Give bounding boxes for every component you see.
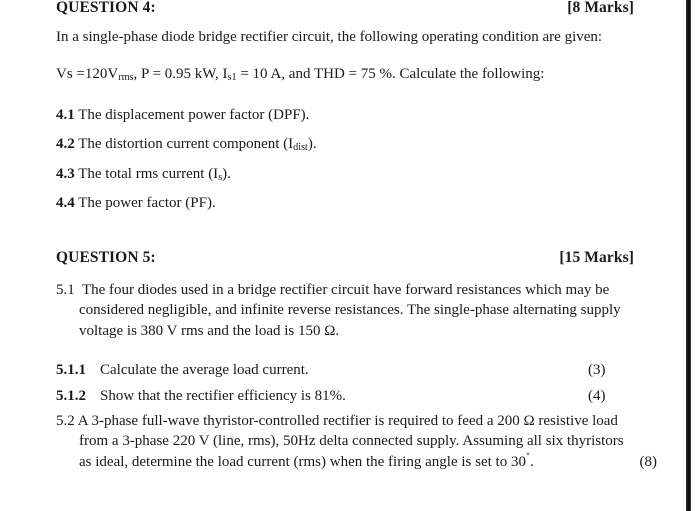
- question-item-5-1-1: 5.1.1 Calculate the average load current…: [56, 360, 634, 380]
- document-page: QUESTION 4: [8 Marks] In a single-phase …: [0, 0, 684, 511]
- question-item-4-2: 4.2 The distortion current component (Id…: [56, 134, 634, 154]
- question-4-title: QUESTION 4:: [56, 0, 156, 16]
- question-item-5-1-line-3: voltage is 380 V rms and the load is 150…: [79, 322, 340, 339]
- question-item-4-2-text-after: ).: [307, 136, 317, 153]
- question-item-5-1-1-number: 5.1.1: [56, 362, 86, 378]
- question-5-marks: [15 Marks]: [559, 249, 634, 266]
- question-item-4-2-number: 4.2: [56, 136, 75, 153]
- question-item-5-1-2: 5.1.2 Show that the rectifier efficiency…: [56, 386, 634, 406]
- question-item-5-2-line-1: 5.2 A 3-phase full-wave thyristor-contro…: [56, 411, 657, 431]
- question-4-marks: [8 Marks]: [567, 0, 634, 16]
- question-item-4-2-subscript: dist: [293, 142, 308, 154]
- question-item-4-3-text-before: The total rms current (I: [78, 165, 219, 182]
- question-item-5-1-number: 5.1: [56, 282, 75, 298]
- question-item-5-1-line-2: considered negligible, and infinite reve…: [79, 302, 621, 319]
- question-item-4-2-text-before: The distortion current component (I: [78, 136, 294, 153]
- question-item-4-4-text: The power factor (PF).: [78, 194, 216, 211]
- question-item-5-1-2-mark: (4): [588, 388, 606, 404]
- question-item-5-2-number: 5.2: [56, 413, 75, 429]
- question-item-4-3-number: 4.3: [56, 165, 75, 182]
- question-item-4-1: 4.1 The displacement power factor (DPF).: [56, 105, 634, 125]
- given-suffix: = 10 A, and THD = 75 %. Calculate the fo…: [236, 66, 545, 82]
- question-item-5-2-text-line-3: as ideal, determine the load current (rm…: [79, 450, 534, 472]
- question-item-4-4: 4.4 The power factor (PF).: [56, 193, 634, 213]
- question-item-4-1-text: The displacement power factor (DPF).: [78, 107, 310, 123]
- question-item-5-1: 5.1 The four diodes used in a bridge rec…: [56, 280, 657, 341]
- question-4-given-values: Vs =120Vrms, P = 0.95 kW, Is1 = 10 A, an…: [56, 64, 634, 84]
- question-item-5-2: 5.2 A 3-phase full-wave thyristor-contro…: [56, 411, 657, 472]
- question-item-5-2-text-line-1: A 3-phase full-wave thyristor-controlled…: [77, 413, 618, 429]
- question-item-5-2-line-3-after: .: [529, 453, 534, 470]
- question-4-heading: QUESTION 4: [8 Marks]: [56, 0, 634, 16]
- question-item-5-1-text-line-1: The four diodes used in a bridge rectifi…: [81, 282, 610, 298]
- question-5-title: QUESTION 5:: [56, 249, 156, 266]
- question-item-5-1-1-text: Calculate the average load current.: [100, 362, 309, 378]
- given-is1-subscript: s1: [227, 72, 237, 84]
- scan-edge-margin: [691, 0, 698, 511]
- question-4-intro: In a single-phase diode bridge rectifier…: [56, 29, 603, 45]
- question-item-5-2-line-3: as ideal, determine the load current (rm…: [79, 450, 658, 472]
- question-4-items: 4.1 The displacement power factor (DPF).…: [56, 105, 634, 222]
- question-item-4-3-text-after: ).: [222, 165, 231, 182]
- question-5-heading: QUESTION 5: [15 Marks]: [56, 250, 634, 266]
- question-item-5-1-line-1: 5.1 The four diodes used in a bridge rec…: [56, 280, 657, 300]
- question-item-5-1-2-number: 5.1.2: [56, 388, 86, 404]
- question-item-5-1-1-mark: (3): [588, 362, 606, 378]
- question-item-4-3: 4.3 The total rms current (Is).: [56, 164, 634, 184]
- given-vs-prefix: Vs =120V: [56, 66, 119, 82]
- given-vs-subscript: rms: [118, 72, 134, 84]
- question-item-5-1-2-text: Show that the rectifier efficiency is 81…: [100, 388, 346, 404]
- question-item-4-4-number: 4.4: [56, 194, 75, 211]
- question-item-5-2-line-3-before: as ideal, determine the load current (rm…: [79, 453, 526, 470]
- question-item-5-2-mark: (8): [639, 453, 658, 470]
- question-item-4-1-number: 4.1: [56, 107, 75, 123]
- given-mid: , P = 0.95 kW, I: [133, 66, 228, 82]
- question-item-5-2-line-2: from a 3-phase 220 V (line, rms), 50Hz d…: [79, 433, 624, 450]
